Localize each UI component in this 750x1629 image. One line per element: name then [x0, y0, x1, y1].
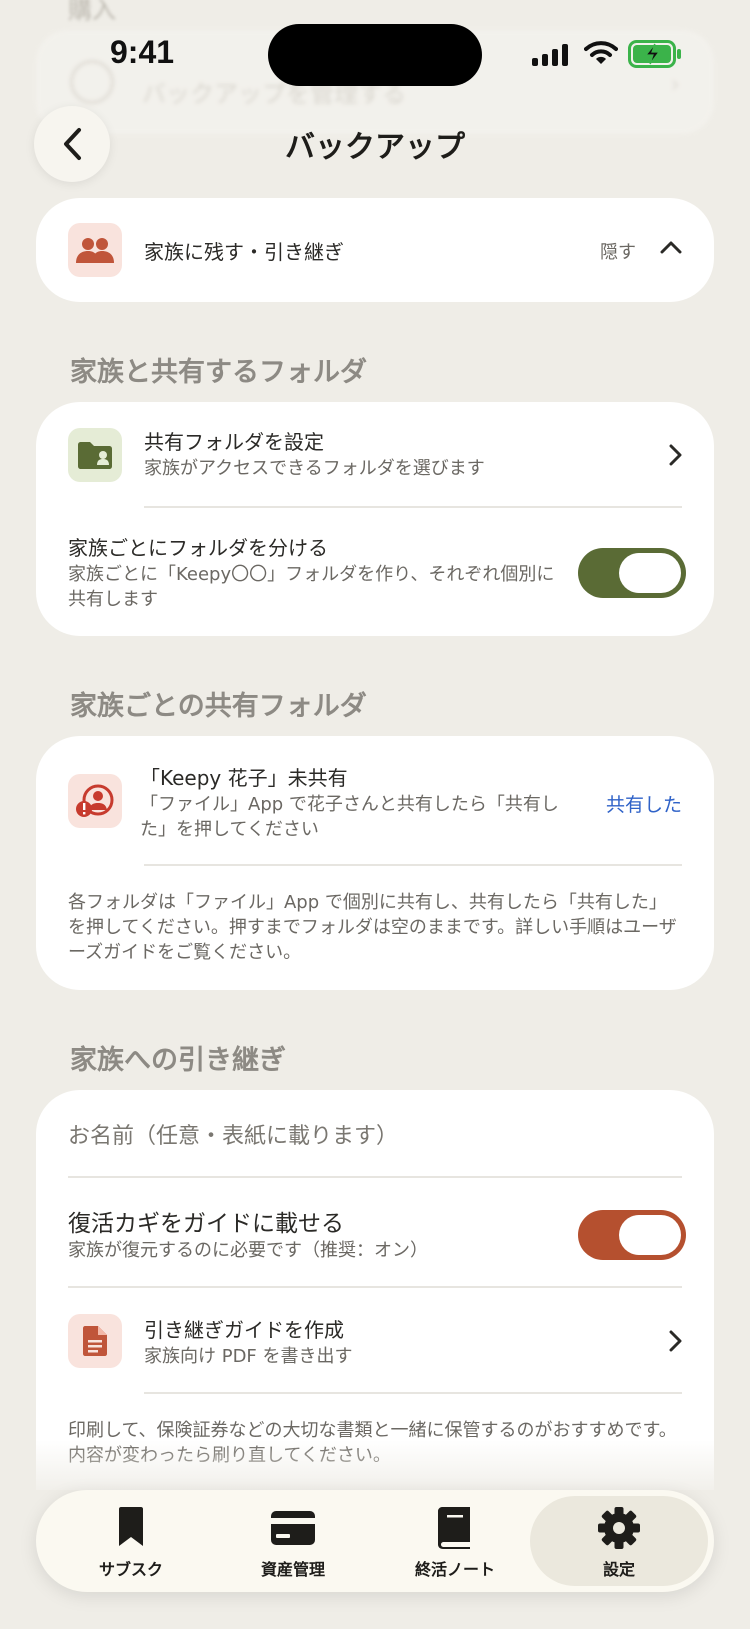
chevron-right-icon [669, 1330, 682, 1352]
mark-shared-button[interactable]: 共有した [606, 790, 682, 817]
wifi-icon [584, 41, 618, 64]
split-folder-toggle[interactable] [578, 548, 686, 598]
person-alert-icon [68, 774, 122, 828]
tab-bar: サブスク 資産管理 終活ノート 設定 [36, 1490, 714, 1592]
divider [144, 506, 682, 508]
tab-ending-note[interactable]: 終活ノート [380, 1490, 530, 1592]
book-icon [438, 1507, 470, 1549]
split-folder-subtitle: 家族ごとに「Keepy〇〇」フォルダを作り、それぞれ個別に共有します [68, 564, 555, 610]
tab-label: 設定 [602, 1560, 635, 1579]
status-time: 9:41 [110, 34, 175, 70]
create-guide-row[interactable]: 引き継ぎガイドを作成 家族向け PDF を書き出す [36, 1288, 714, 1392]
per-family-note: 各フォルダは「ファイル」App で個別に共有し、共有したら「共有した」を押してく… [68, 892, 677, 963]
toggle-knob [619, 553, 681, 593]
tab-subscriptions[interactable]: サブスク [56, 1490, 206, 1592]
section-title-handover: 家族への引き継ぎ [70, 1045, 286, 1076]
recovery-key-subtitle: 家族が復元するのに必要です（推奨：オン） [68, 1240, 428, 1261]
split-folder-title: 家族ごとにフォルダを分ける [68, 536, 328, 560]
tab-label: サブスク [98, 1560, 163, 1579]
divider [144, 1392, 682, 1394]
hide-button[interactable]: 隠す [600, 238, 636, 264]
recovery-key-toggle[interactable] [578, 1210, 686, 1260]
tab-settings[interactable]: 設定 [530, 1496, 708, 1586]
section-title-per-family: 家族ごとの共有フォルダ [70, 691, 367, 722]
status-bar: 9:41 [0, 0, 750, 110]
battery-charging-icon [628, 40, 681, 68]
handover-card: お名前（任意・表紙に載ります） 復活カギをガイドに載せる 家族が復元するのに必要… [36, 1090, 714, 1490]
family-header-label: 家族に残す・引き継ぎ [144, 240, 344, 264]
dynamic-island [268, 24, 482, 86]
per-family-card: 「Keepy 花子」未共有 「ファイル」App で花子さんと共有したら「共有した… [36, 736, 714, 990]
tab-label: 資産管理 [260, 1560, 325, 1579]
divider [144, 864, 682, 866]
name-input[interactable]: お名前（任意・表紙に載ります） [68, 1118, 398, 1150]
family-handover-header[interactable]: 家族に残す・引き継ぎ 隠す [36, 198, 714, 302]
create-guide-subtitle: 家族向け PDF を書き出す [144, 1346, 353, 1367]
create-guide-title: 引き継ぎガイドを作成 [144, 1318, 344, 1342]
page-title: バックアップ [285, 130, 465, 165]
per-family-item-title: 「Keepy 花子」未共有 [140, 766, 348, 790]
people-icon [68, 223, 122, 277]
section-title-shared-folder: 家族と共有するフォルダ [70, 357, 367, 388]
chevron-up-icon[interactable] [660, 240, 682, 254]
shared-folder-setup-title: 共有フォルダを設定 [144, 430, 324, 454]
divider [68, 1176, 682, 1178]
shared-folder-setup-subtitle: 家族がアクセスできるフォルダを選びます [144, 458, 485, 479]
bookmark-icon [119, 1507, 143, 1546]
gear-icon [598, 1507, 640, 1549]
shared-folder-setup-row[interactable]: 共有フォルダを設定 家族がアクセスできるフォルダを選びます [36, 402, 714, 506]
document-icon [68, 1314, 122, 1368]
tab-assets[interactable]: 資産管理 [218, 1490, 368, 1592]
folder-person-icon [68, 428, 122, 482]
cellular-signal-icon [532, 44, 568, 66]
per-family-item-subtitle: 「ファイル」App で花子さんと共有したら「共有した」を押してください [140, 794, 559, 840]
toggle-knob [619, 1215, 681, 1255]
recovery-key-title: 復活カギをガイドに載せる [68, 1211, 344, 1237]
chevron-right-icon [669, 444, 682, 466]
shared-folder-card: 共有フォルダを設定 家族がアクセスできるフォルダを選びます 家族ごとにフォルダを… [36, 402, 714, 636]
card-icon [271, 1511, 315, 1545]
tab-label: 終活ノート [414, 1560, 495, 1579]
